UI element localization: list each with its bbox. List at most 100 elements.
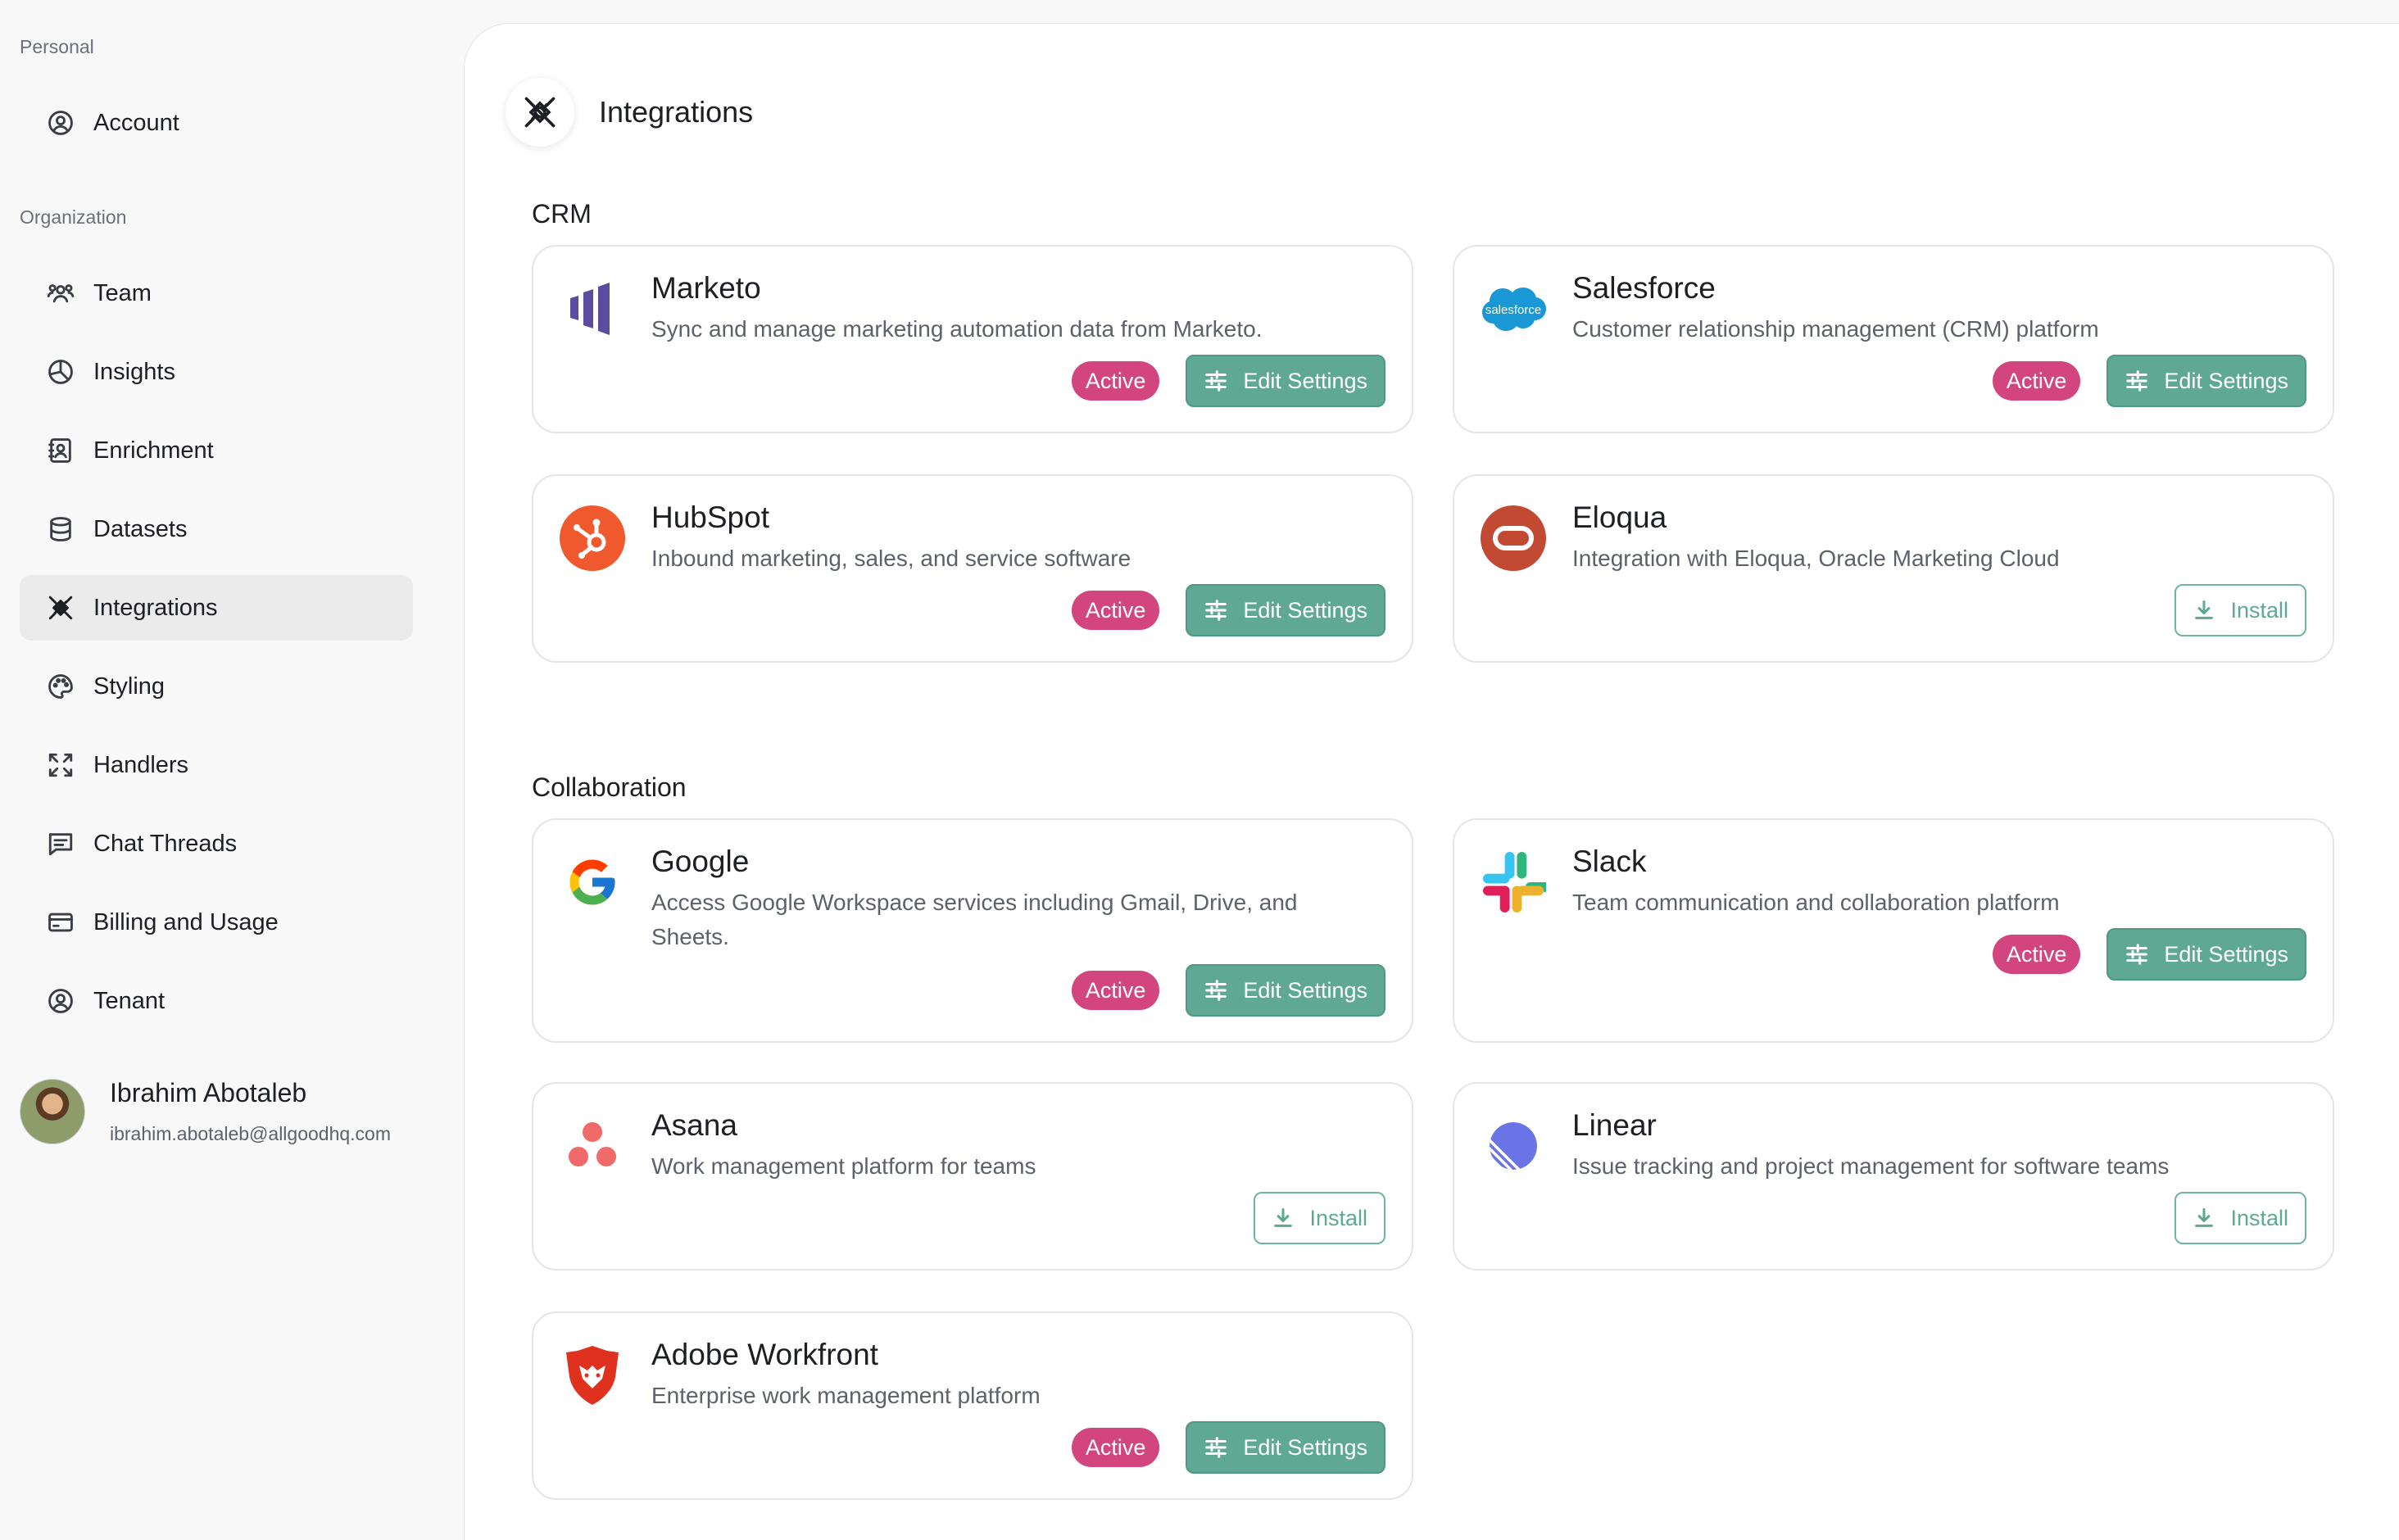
asana-logo-icon (558, 1112, 627, 1180)
sidebar-item-datasets[interactable]: Datasets (20, 496, 413, 562)
integration-name: Eloqua (1572, 500, 1667, 534)
integration-card-salesforce: salesforce Salesforce Customer relations… (1453, 245, 2334, 433)
integration-name: Linear (1572, 1108, 1657, 1142)
pie-chart-icon (46, 357, 75, 387)
page-title: Integrations (599, 95, 754, 129)
integration-card-adobe-workfront: Adobe Workfront Enterprise work manageme… (532, 1311, 1413, 1500)
edit-settings-button[interactable]: Edit Settings (2106, 355, 2306, 407)
integration-description: Sync and manage marketing automation dat… (651, 316, 1263, 342)
sliders-icon (1205, 980, 1227, 1001)
sidebar: Personal Account Organization Team Insig… (0, 0, 465, 1540)
integration-card-eloqua: Eloqua Integration with Eloqua, Oracle M… (1453, 474, 2334, 663)
install-button[interactable]: Install (2175, 584, 2306, 636)
integration-name: Google (651, 845, 750, 878)
slack-logo-icon (1479, 848, 1548, 917)
chat-bubble-icon (46, 829, 75, 858)
group-title-collaboration: Collaboration (532, 772, 687, 802)
sidebar-item-label: Enrichment (93, 437, 214, 464)
button-label: Edit Settings (2164, 368, 2288, 393)
plug-disconnected-icon (46, 593, 75, 623)
sidebar-item-label: Styling (93, 673, 166, 700)
eloqua-logo-icon (1479, 504, 1548, 573)
sidebar-item-account[interactable]: Account (20, 90, 413, 156)
integration-description: Enterprise work management platform (651, 1383, 1041, 1408)
sidebar-item-label: Billing and Usage (93, 908, 279, 935)
database-icon (46, 514, 75, 544)
marketo-logo-icon (558, 274, 627, 343)
section-label-organization: Organization (20, 206, 127, 228)
sidebar-item-label: Datasets (93, 515, 188, 542)
sidebar-item-tenant[interactable]: Tenant (20, 968, 413, 1034)
button-label: Edit Settings (1243, 1434, 1367, 1460)
sidebar-item-label: Chat Threads (93, 830, 238, 857)
sliders-icon (1205, 1437, 1227, 1458)
main-panel: Integrations CRM Marketo Sync and manage… (464, 23, 2399, 1540)
sidebar-item-label: Integrations (93, 594, 218, 621)
integration-card-linear: Linear Issue tracking and project manage… (1453, 1082, 2334, 1270)
integration-card-slack: Slack Team communication and collaborati… (1453, 818, 2334, 1043)
integration-description: Issue tracking and project management fo… (1572, 1153, 2170, 1179)
workfront-logo-icon (558, 1341, 627, 1410)
sliders-icon (2126, 370, 2148, 392)
sidebar-item-chat-threads[interactable]: Chat Threads (20, 811, 413, 876)
integration-description: Inbound marketing, sales, and service so… (651, 546, 1131, 571)
button-label: Edit Settings (2164, 941, 2288, 967)
sidebar-item-label: Tenant (93, 987, 166, 1014)
sidebar-item-integrations[interactable]: Integrations (20, 575, 413, 641)
edit-settings-button[interactable]: Edit Settings (2106, 928, 2306, 981)
avatar (20, 1079, 85, 1144)
sidebar-item-insights[interactable]: Insights (20, 339, 413, 405)
integration-description: Customer relationship management (CRM) p… (1572, 316, 2099, 342)
sidebar-item-label: Handlers (93, 751, 189, 778)
integration-name: Salesforce (1572, 271, 1716, 305)
page-header: Integrations (506, 78, 753, 147)
hubspot-logo-icon (558, 504, 627, 573)
button-label: Edit Settings (1243, 368, 1367, 393)
sidebar-item-handlers[interactable]: Handlers (20, 732, 413, 798)
group-title-crm: CRM (532, 199, 592, 229)
integration-description: Integration with Eloqua, Oracle Marketin… (1572, 546, 2060, 571)
user-email: ibrahim.abotaleb@allgoodhq.com (110, 1123, 392, 1144)
status-badge: Active (1071, 971, 1160, 1010)
contact-book-icon (46, 436, 75, 465)
edit-settings-button[interactable]: Edit Settings (1186, 1421, 1385, 1474)
integration-description: Team communication and collaboration pla… (1572, 890, 2060, 915)
sidebar-item-enrichment[interactable]: Enrichment (20, 418, 413, 483)
plug-disconnected-icon (506, 78, 574, 147)
integration-name: Asana (651, 1108, 737, 1142)
sidebar-item-billing[interactable]: Billing and Usage (20, 890, 413, 955)
sidebar-item-label: Account (93, 109, 179, 136)
sliders-icon (1205, 600, 1227, 621)
install-button[interactable]: Install (1254, 1192, 1385, 1244)
google-logo-icon (558, 848, 627, 917)
integration-card-google: Google Access Google Workspace services … (532, 818, 1413, 1043)
sliders-icon (1205, 370, 1227, 392)
status-badge: Active (1071, 591, 1160, 630)
button-label: Install (2230, 597, 2288, 623)
salesforce-logo-icon: salesforce (1479, 274, 1548, 343)
install-button[interactable]: Install (2175, 1192, 2306, 1244)
status-badge: Active (1071, 1428, 1160, 1467)
status-badge: Active (1992, 935, 2081, 974)
credit-card-icon (46, 908, 75, 937)
linear-logo-icon (1479, 1112, 1548, 1180)
sliders-icon (2126, 944, 2148, 965)
edit-settings-button[interactable]: Edit Settings (1186, 964, 1385, 1017)
edit-settings-button[interactable]: Edit Settings (1186, 584, 1385, 636)
button-label: Install (2230, 1205, 2288, 1230)
integration-card-hubspot: HubSpot Inbound marketing, sales, and se… (532, 474, 1413, 663)
sidebar-item-label: Insights (93, 358, 175, 385)
edit-settings-button[interactable]: Edit Settings (1186, 355, 1385, 407)
download-icon (2195, 600, 2214, 619)
status-badge: Active (1071, 361, 1160, 401)
sidebar-item-styling[interactable]: Styling (20, 654, 413, 719)
expand-arrows-icon (46, 750, 75, 780)
user-profile[interactable]: Ibrahim Abotaleb ibrahim.abotaleb@allgoo… (20, 1078, 391, 1145)
button-label: Edit Settings (1243, 977, 1367, 1003)
sidebar-item-team[interactable]: Team (20, 260, 413, 326)
sidebar-item-label: Team (93, 279, 152, 306)
button-label: Install (1309, 1205, 1367, 1230)
integration-card-marketo: Marketo Sync and manage marketing automa… (532, 245, 1413, 433)
integration-name: Marketo (651, 271, 761, 305)
status-badge: Active (1992, 361, 2081, 401)
